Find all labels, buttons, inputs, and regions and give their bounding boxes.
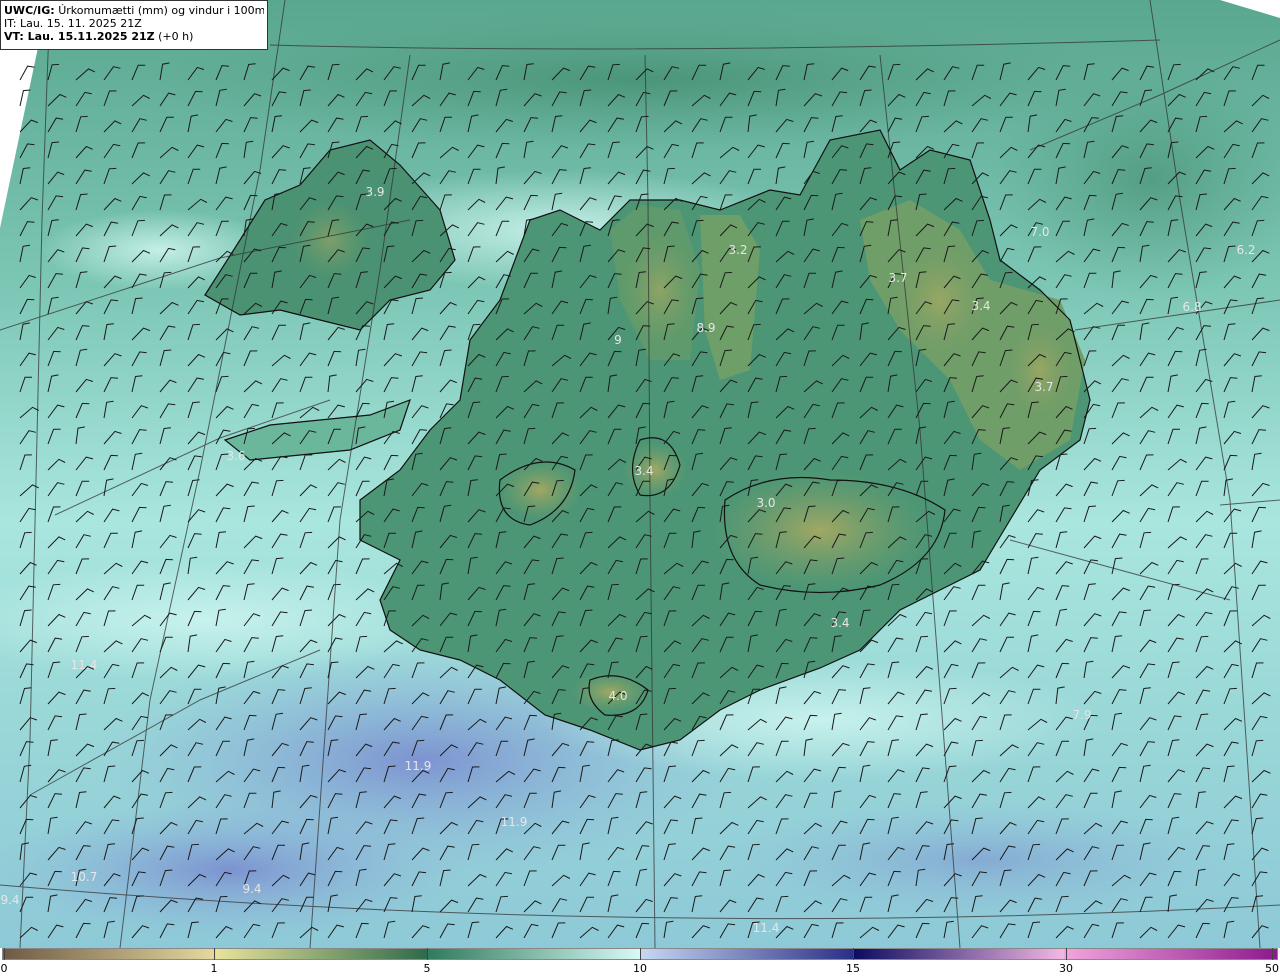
colorbar-tick-label: 50 xyxy=(1265,962,1279,975)
colorbar-tickmark xyxy=(640,948,641,960)
colorbar-tick-label: 15 xyxy=(846,962,860,975)
precip-value-label: 3.0 xyxy=(756,496,775,510)
precip-value-label: 11.9 xyxy=(501,815,528,829)
colorbar-tickmark xyxy=(427,948,428,960)
precip-value-label: 3.2 xyxy=(728,243,747,257)
colorbar-tickmark xyxy=(4,948,5,960)
precip-value-label: 11.4 xyxy=(753,921,780,935)
precip-value-label: 3.6 xyxy=(226,449,245,463)
precip-value-label: 9 xyxy=(614,333,622,347)
precip-value-label: 3.9 xyxy=(365,185,384,199)
colorbar-tickmark xyxy=(1272,948,1273,960)
product-code: UWC/IG: xyxy=(4,4,55,17)
precip-value-label: 11.9 xyxy=(405,759,432,773)
precip-value-label: 7.9 xyxy=(1072,708,1091,722)
forecast-map[interactable]: 3.9 3.2 7.0 6.2 3.7 3.4 6.8 8.9 9 3.7 3.6 3.4 3.0 3.4… xyxy=(0,0,1280,948)
precip-value-label: 3.4 xyxy=(971,299,990,313)
product-description: Úrkomumætti (mm) og vindur i 100m hæð xyxy=(58,4,264,17)
precip-value-label: 3.4 xyxy=(634,464,653,478)
precip-value-label: 7.0 xyxy=(1030,225,1049,239)
precip-value-label: 9.4 xyxy=(242,882,261,896)
colorbar-tick-label: 5 xyxy=(423,962,431,975)
colorbar-tick-label: 10 xyxy=(633,962,647,975)
colorbar-segment xyxy=(3,949,216,959)
init-time: IT: Lau. 15. 11. 2025 21Z xyxy=(4,17,142,30)
precip-value-label: 9.4 xyxy=(0,893,19,907)
colorbar-segment xyxy=(852,949,1065,959)
colorbar-tick-label: 1 xyxy=(210,962,218,975)
precip-value-label: 6.8 xyxy=(1182,300,1201,314)
precip-value-label: 11.4 xyxy=(71,658,98,672)
colorbar-segment xyxy=(427,949,640,959)
colorbar-tick-label: 30 xyxy=(1059,962,1073,975)
valid-time: VT: Lau. 15.11.2025 21Z xyxy=(4,30,155,43)
colorbar-segment xyxy=(1064,949,1277,959)
colorbar-segment xyxy=(639,949,853,959)
colorbar-tickmark xyxy=(853,948,854,960)
precip-value-label: 3.7 xyxy=(1034,380,1053,394)
precip-value-label: 3.7 xyxy=(888,271,907,285)
precip-value-label: 8.9 xyxy=(696,321,715,335)
lead-time: (+0 h) xyxy=(158,30,194,43)
colorbar-tickmark xyxy=(214,948,215,960)
precip-value-label: 3.4 xyxy=(830,616,849,630)
precip-value-label: 4.0 xyxy=(608,689,627,703)
map-title-box: UWC/IG: Úrkomumætti (mm) og vindur i 100… xyxy=(0,0,268,50)
precip-value-label: 6.2 xyxy=(1236,243,1255,257)
colorbar: 0 1 5 10 15 30 50 xyxy=(0,948,1280,978)
colorbar-tickmark xyxy=(1066,948,1067,960)
colorbar-segment xyxy=(215,949,428,959)
precip-value-label: 10.7 xyxy=(71,870,98,884)
colorbar-tick-label: 0 xyxy=(0,962,8,975)
